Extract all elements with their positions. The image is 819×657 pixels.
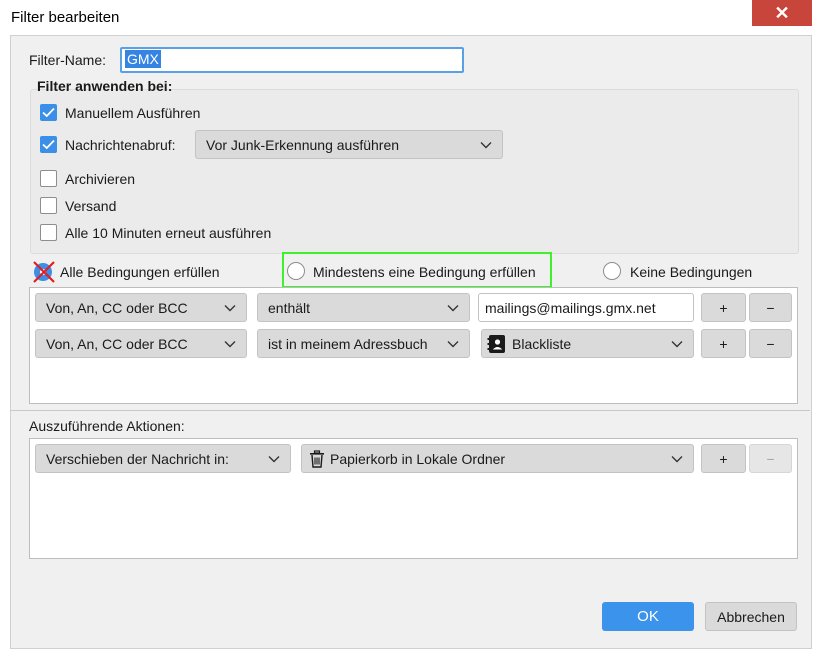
address-book-icon — [487, 334, 505, 353]
window-title: Filter bearbeiten — [11, 9, 120, 26]
plus-icon: + — [719, 450, 728, 467]
condition-operator-value: ist in meinem Adressbuch — [268, 335, 428, 352]
condition-operator-value: enthält — [268, 299, 311, 316]
manual-run-label: Manuellem Ausführen — [65, 105, 201, 121]
condition-operator-dropdown[interactable]: ist in meinem Adressbuch — [257, 329, 470, 358]
chevron-down-icon — [447, 340, 459, 347]
chevron-down-icon — [224, 304, 236, 311]
filter-name-label: Filter-Name: — [29, 52, 107, 68]
remove-condition-button[interactable]: − — [749, 293, 792, 322]
send-label: Versand — [65, 198, 117, 214]
plus-icon: + — [719, 335, 728, 352]
filter-name-input[interactable] — [120, 47, 464, 73]
periodic-label: Alle 10 Minuten erneut ausführen — [65, 225, 272, 241]
fetch-checkbox[interactable] — [40, 136, 57, 153]
action-type-dropdown[interactable]: Verschieben der Nachricht in: — [35, 444, 291, 473]
chevron-down-icon — [671, 455, 683, 462]
condition-field-dropdown[interactable]: Von, An, CC oder BCC — [35, 293, 247, 322]
condition-field-dropdown[interactable]: Von, An, CC oder BCC — [35, 329, 247, 358]
all-conditions-label: Alle Bedingungen erfüllen — [60, 264, 220, 280]
any-condition-label: Mindestens eine Bedingung erfüllen — [313, 264, 536, 280]
chevron-down-icon — [447, 304, 459, 311]
archive-checkbox[interactable] — [40, 170, 57, 187]
section-divider — [10, 410, 810, 411]
red-cross-icon — [33, 261, 55, 283]
no-conditions-radio[interactable] — [603, 262, 621, 280]
fetch-label: Nachrichtenabruf: — [65, 137, 176, 153]
remove-action-button[interactable]: − — [749, 444, 792, 473]
send-checkbox[interactable] — [40, 197, 57, 214]
condition-value-text: mailings@mailings.gmx.net — [485, 299, 656, 316]
chevron-down-icon — [224, 340, 236, 347]
apply-when-heading: Filter anwenden bei: — [37, 78, 173, 94]
chevron-down-icon — [268, 455, 280, 462]
remove-condition-button[interactable]: − — [749, 329, 792, 358]
ok-label: OK — [637, 608, 659, 625]
minus-icon: − — [766, 450, 775, 467]
condition-operator-dropdown[interactable]: enthält — [257, 293, 470, 322]
minus-icon: − — [766, 335, 775, 352]
addressbook-value: Blackliste — [512, 335, 572, 352]
manual-run-checkbox[interactable] — [40, 104, 57, 121]
no-conditions-label: Keine Bedingungen — [630, 264, 753, 280]
addressbook-dropdown[interactable]: Blackliste — [481, 329, 694, 358]
periodic-checkbox[interactable] — [40, 224, 57, 241]
chevron-down-icon — [480, 141, 492, 148]
trash-icon — [310, 449, 324, 468]
chevron-down-icon — [671, 340, 683, 347]
condition-value-input[interactable]: mailings@mailings.gmx.net — [478, 293, 694, 322]
any-condition-radio[interactable] — [287, 262, 305, 280]
fetch-timing-dropdown[interactable]: Vor Junk-Erkennung ausführen — [195, 130, 503, 159]
add-condition-button[interactable]: + — [701, 329, 746, 358]
cancel-label: Abbrechen — [717, 608, 785, 625]
title-bar — [0, 0, 819, 35]
action-type-value: Verschieben der Nachricht in: — [46, 450, 229, 467]
condition-field-value: Von, An, CC oder BCC — [46, 335, 188, 352]
plus-icon: + — [719, 299, 728, 316]
ok-button[interactable]: OK — [602, 602, 694, 631]
target-folder-value: Papierkorb in Lokale Ordner — [330, 450, 506, 467]
actions-heading: Auszuführende Aktionen: — [29, 418, 185, 434]
archive-label: Archivieren — [65, 171, 136, 187]
fetch-timing-value: Vor Junk-Erkennung ausführen — [206, 136, 400, 153]
filter-name-value: GMX — [125, 50, 161, 68]
close-icon: ✕ — [774, 2, 790, 23]
add-condition-button[interactable]: + — [701, 293, 746, 322]
checkmark-icon — [42, 107, 55, 118]
minus-icon: − — [766, 299, 775, 316]
cancel-button[interactable]: Abbrechen — [705, 602, 797, 631]
checkmark-icon — [42, 139, 55, 150]
all-conditions-radio[interactable] — [33, 261, 55, 283]
add-action-button[interactable]: + — [701, 444, 746, 473]
condition-field-value: Von, An, CC oder BCC — [46, 299, 188, 316]
target-folder-dropdown[interactable]: Papierkorb in Lokale Ordner — [301, 444, 694, 473]
close-button[interactable]: ✕ — [752, 0, 812, 26]
